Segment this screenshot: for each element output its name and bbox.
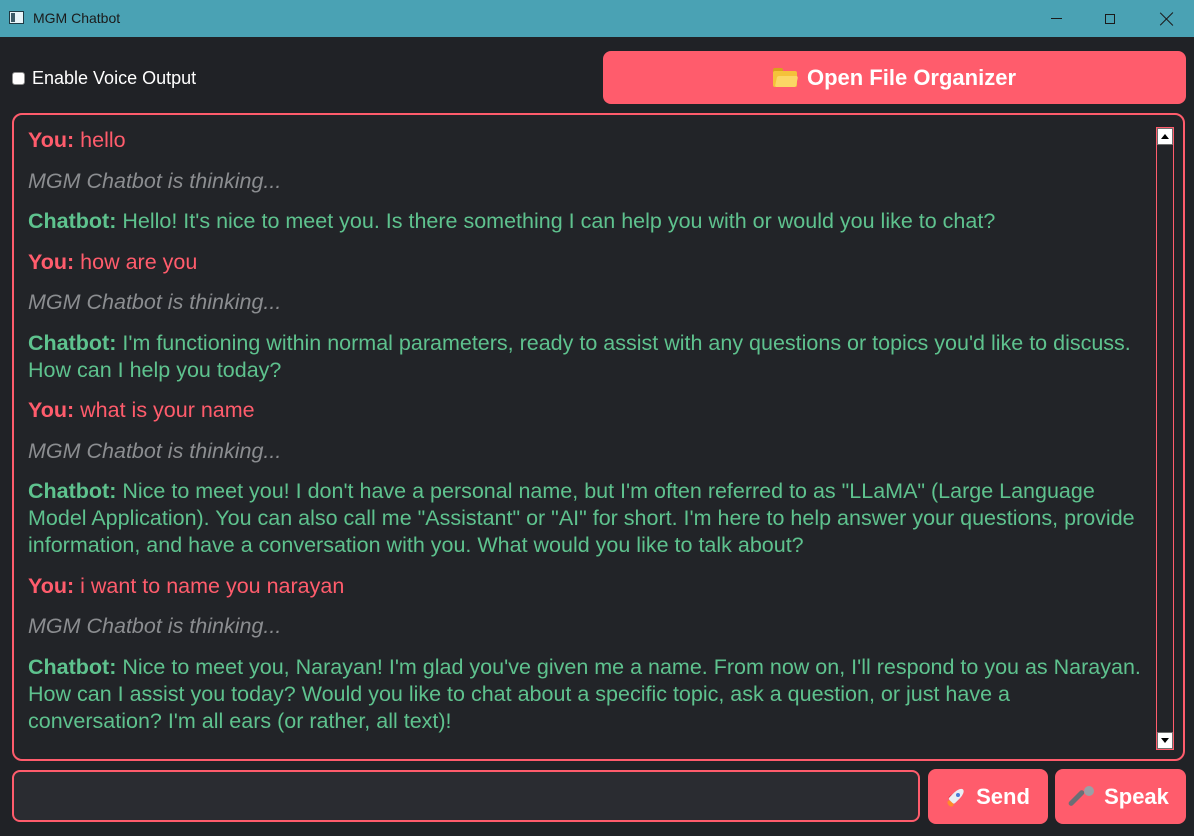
message-text: how are you <box>80 249 198 274</box>
user-message: You: hello <box>28 127 1148 154</box>
send-button[interactable]: Send <box>928 769 1048 824</box>
thinking-message: MGM Chatbot is thinking... <box>28 438 1148 465</box>
bot-message: Chatbot: I'm functioning within normal p… <box>28 330 1148 384</box>
chat-scrollbar[interactable] <box>1156 127 1174 750</box>
voice-output-label: Enable Voice Output <box>32 67 197 88</box>
title-bar: MGM Chatbot <box>0 0 1194 37</box>
message-text: Nice to meet you, Narayan! I'm glad you'… <box>28 654 1141 733</box>
app-window-icon <box>9 11 24 24</box>
thinking-message: MGM Chatbot is thinking... <box>28 168 1148 195</box>
message-sender-label: You: <box>28 128 75 152</box>
thinking-message: MGM Chatbot is thinking... <box>28 613 1148 640</box>
minimize-button[interactable] <box>1033 0 1079 37</box>
message-sender-label: Chatbot: <box>28 209 117 233</box>
message-sender-label: Chatbot: <box>28 479 117 503</box>
message-sender-label: Chatbot: <box>28 330 117 355</box>
minimize-icon <box>1050 18 1062 19</box>
chat-history-panel[interactable]: You: hello MGM Chatbot is thinking... Chat… <box>12 113 1185 761</box>
rocket-icon <box>946 786 968 808</box>
scroll-up-button[interactable] <box>1157 128 1173 145</box>
message-text: MGM Chatbot is thinking... <box>28 614 282 638</box>
chat-log: You: hello MGM Chatbot is thinking... Chat… <box>28 127 1148 748</box>
arrow-down-icon <box>1161 738 1169 743</box>
message-sender-label: You: <box>28 573 75 598</box>
bot-message: Chatbot: Nice to meet you, Narayan! I'm … <box>28 654 1148 735</box>
close-icon <box>1160 12 1174 26</box>
speak-label: Speak <box>1104 783 1169 809</box>
message-text: MGM Chatbot is thinking... <box>28 290 282 314</box>
maximize-icon <box>1105 13 1115 24</box>
window-title: MGM Chatbot <box>33 10 121 26</box>
message-text: MGM Chatbot is thinking... <box>28 168 282 193</box>
close-window-button[interactable] <box>1144 0 1190 37</box>
message-text: what is your name <box>80 398 255 422</box>
voice-output-toggle[interactable]: Enable Voice Output <box>12 67 196 89</box>
arrow-up-icon <box>1161 134 1169 139</box>
message-text: I'm functioning within normal parameters… <box>28 330 1131 382</box>
voice-output-checkbox[interactable] <box>12 71 25 85</box>
bot-message: Chatbot: Hello! It's nice to meet you. I… <box>28 208 1148 235</box>
open-file-organizer-button[interactable]: Open File Organizer <box>603 51 1186 104</box>
bot-message: Chatbot: Nice to meet you! I don't have … <box>28 478 1148 559</box>
user-message: You: i want to name you narayan <box>28 573 1148 600</box>
message-text: Hello! It's nice to meet you. Is there s… <box>122 209 996 233</box>
message-text: MGM Chatbot is thinking... <box>28 438 282 463</box>
message-text: i want to name you narayan <box>80 573 345 598</box>
user-message: You: how are you <box>28 249 1148 276</box>
microphone-icon <box>1067 785 1096 809</box>
speak-button[interactable]: Speak <box>1055 769 1186 824</box>
message-sender-label: You: <box>28 249 75 274</box>
scroll-down-button[interactable] <box>1157 732 1173 749</box>
message-text: hello <box>80 128 126 152</box>
user-message: You: what is your name <box>28 397 1148 424</box>
open-file-organizer-label: Open File Organizer <box>806 64 1017 90</box>
thinking-message: MGM Chatbot is thinking... <box>28 289 1148 316</box>
folder-icon <box>772 68 799 87</box>
message-input[interactable] <box>12 770 920 822</box>
send-label: Send <box>976 783 1030 809</box>
maximize-button[interactable] <box>1087 0 1133 37</box>
message-sender-label: Chatbot: <box>28 654 117 679</box>
message-sender-label: You: <box>28 398 75 422</box>
message-text: Nice to meet you! I don't have a persona… <box>28 479 1135 557</box>
